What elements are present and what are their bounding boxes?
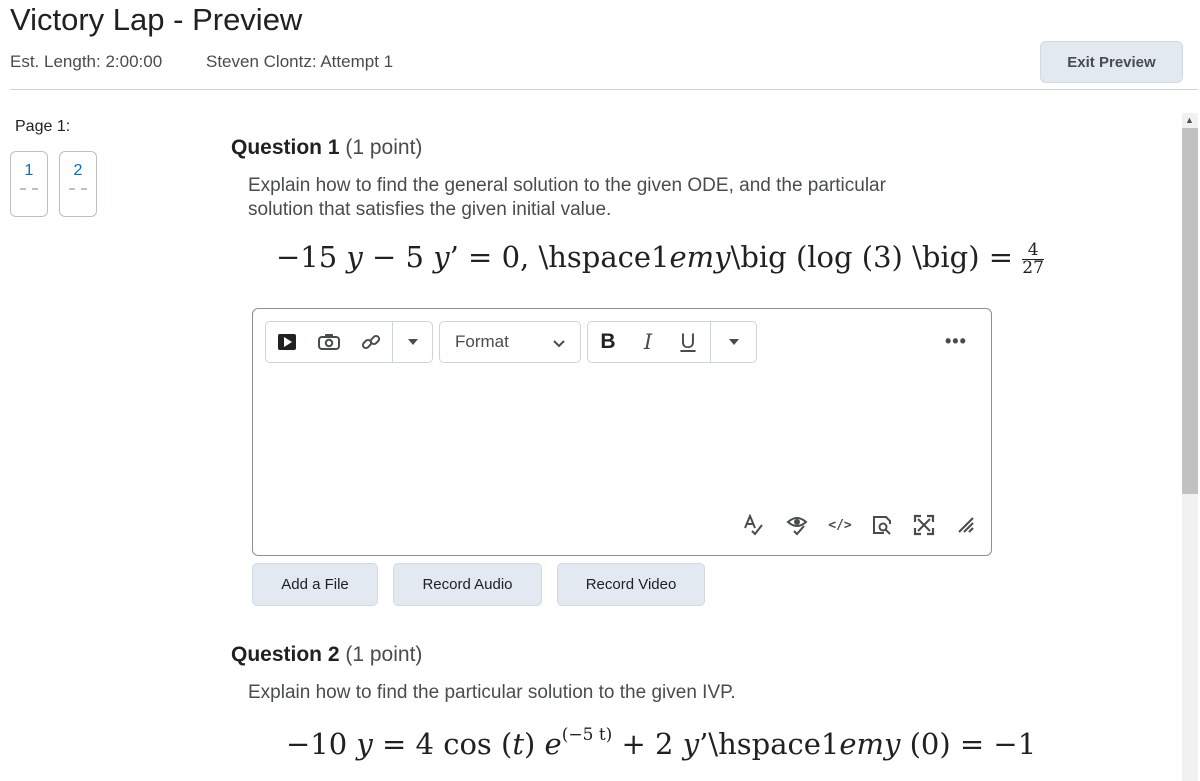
- page-number: 2: [73, 162, 83, 179]
- underline-button[interactable]: U: [668, 322, 708, 362]
- scroll-up-arrow-icon[interactable]: ▲: [1185, 115, 1194, 125]
- question-points: (1 point): [345, 136, 423, 159]
- question-2-text: Explain how to find the particular solut…: [248, 682, 736, 703]
- question-2-title: Question 2 (1 point): [231, 643, 422, 667]
- more-options-button[interactable]: •••: [945, 331, 967, 352]
- question-2-equation: −10 y = 4 cos (t) e(−5 t) + 2 y’\hspace1…: [286, 725, 1037, 761]
- page-1-button[interactable]: 1: [10, 151, 48, 217]
- question-1-text: Explain how to find the general solution…: [248, 175, 886, 220]
- dropdown-icon[interactable]: [711, 322, 757, 362]
- italic-button[interactable]: I: [628, 322, 668, 362]
- text-style-toolbar-group: B I U: [587, 321, 757, 363]
- question-number: Question 2: [231, 643, 340, 666]
- add-file-button[interactable]: Add a File: [252, 563, 378, 606]
- page-label: Page 1:: [15, 118, 71, 135]
- insert-toolbar-group: [265, 321, 433, 363]
- accessibility-checker-icon[interactable]: [785, 514, 809, 536]
- chevron-down-icon: [552, 336, 566, 354]
- unanswered-indicator: [69, 188, 87, 190]
- format-dropdown[interactable]: Format: [439, 321, 581, 363]
- dropdown-icon[interactable]: [393, 322, 433, 362]
- record-audio-button[interactable]: Record Audio: [393, 563, 542, 606]
- exit-preview-button[interactable]: Exit Preview: [1040, 41, 1183, 83]
- page-number: 1: [24, 162, 34, 179]
- answer-editor[interactable]: Format B I U ••• </>: [252, 308, 992, 556]
- question-points: (1 point): [345, 643, 423, 666]
- camera-icon[interactable]: [308, 322, 350, 362]
- page-2-button[interactable]: 2: [59, 151, 97, 217]
- equation-fraction: 4 27: [1022, 239, 1044, 278]
- resize-handle-icon[interactable]: [954, 514, 978, 536]
- question-number: Question 1: [231, 136, 340, 159]
- preview-icon[interactable]: [870, 514, 894, 536]
- video-icon[interactable]: [266, 322, 308, 362]
- bold-button[interactable]: B: [588, 322, 628, 362]
- attempt-info: Steven Clontz: Attempt 1: [206, 52, 394, 71]
- estimated-length: Est. Length: 2:00:00: [10, 52, 163, 71]
- format-label: Format: [455, 332, 509, 351]
- fullscreen-icon[interactable]: [912, 514, 936, 536]
- record-video-button[interactable]: Record Video: [557, 563, 705, 606]
- page-title: Victory Lap - Preview: [10, 2, 303, 37]
- link-icon[interactable]: [350, 322, 392, 362]
- header-divider: [10, 89, 1198, 90]
- question-1-equation: −15 y − 5 y’ = 0, \hspace1emy\big (log (…: [276, 239, 1044, 278]
- source-code-icon[interactable]: </>: [828, 514, 852, 536]
- scrollbar-thumb[interactable]: [1182, 128, 1198, 494]
- question-1-title: Question 1 (1 point): [231, 136, 422, 160]
- spellcheck-icon[interactable]: [741, 514, 765, 536]
- unanswered-indicator: [20, 188, 38, 190]
